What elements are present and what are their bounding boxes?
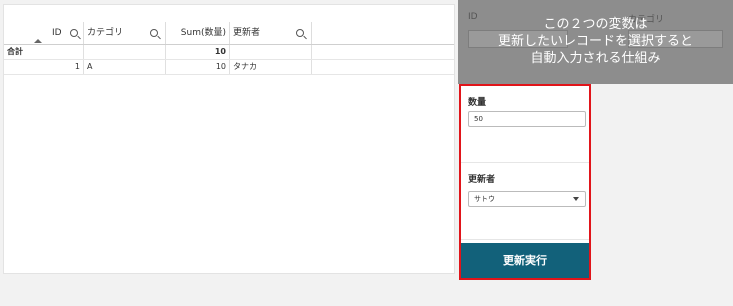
overlay-note: この２つの変数は 更新したいレコードを選択すると 自動入力される仕組み [458, 16, 733, 67]
update-form: 数量 50 更新者 サトウ 更新実行 [459, 84, 591, 280]
search-icon[interactable] [150, 29, 158, 37]
cell-rest [312, 60, 454, 74]
header-user[interactable]: 更新者 [230, 22, 312, 44]
header-sum[interactable]: Sum(数量) [166, 22, 230, 44]
overlay-line-1: この２つの変数は [543, 17, 648, 32]
user-label: 更新者 [468, 175, 496, 185]
total-sum: 10 [166, 45, 230, 59]
cell-category[interactable]: A [84, 60, 166, 74]
total-user [230, 45, 312, 59]
cell-sum[interactable]: 10 [166, 60, 230, 74]
overlay-line-3: 自動入力される仕組み [530, 51, 661, 66]
chevron-down-icon[interactable] [573, 197, 579, 201]
header-id[interactable]: ID [4, 22, 84, 44]
total-label: 合計 [4, 45, 84, 59]
header-empty [312, 22, 454, 44]
table-header: ID カテゴリ Sum(数量) 更新者 [4, 22, 454, 45]
header-category[interactable]: カテゴリ [84, 22, 166, 44]
total-row: 合計 10 [4, 45, 454, 60]
header-user-label: 更新者 [233, 28, 261, 38]
update-execute-button[interactable]: 更新実行 [461, 243, 589, 278]
quantity-section: 数量 50 [461, 86, 589, 163]
user-select-value: サトウ [474, 195, 495, 203]
user-section: 更新者 サトウ [461, 163, 589, 240]
overlay-line-2: 更新したいレコードを選択すると [497, 34, 693, 49]
header-category-label: カテゴリ [87, 28, 124, 38]
table-row[interactable]: 1 A 10 タナカ [4, 60, 454, 75]
header-sum-label: Sum(数量) [180, 28, 226, 38]
search-icon[interactable] [70, 29, 78, 37]
header-id-label: ID [52, 28, 62, 38]
table-panel: ID カテゴリ Sum(数量) 更新者 合計 10 1 A 10 タナカ [3, 4, 455, 274]
search-icon[interactable] [296, 29, 304, 37]
total-category [84, 45, 166, 59]
total-rest [312, 45, 454, 59]
user-select[interactable]: サトウ [468, 191, 586, 207]
sort-ascending-icon[interactable] [34, 39, 42, 43]
quantity-input[interactable]: 50 [468, 111, 586, 127]
cell-user[interactable]: タナカ [230, 60, 312, 74]
quantity-label: 数量 [468, 98, 487, 108]
variable-panel: ID カテゴリ この２つの変数は 更新したいレコードを選択すると 自動入力される… [458, 0, 733, 84]
cell-id[interactable]: 1 [4, 60, 84, 74]
